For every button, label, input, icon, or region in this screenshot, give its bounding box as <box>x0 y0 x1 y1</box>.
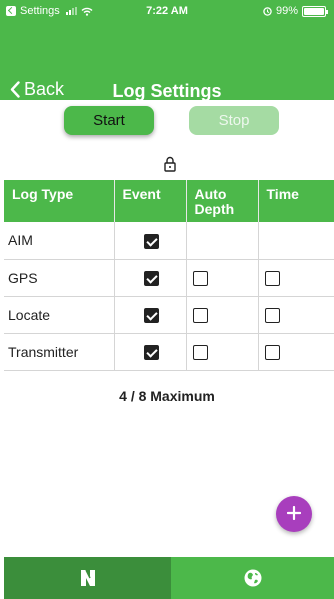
globe-icon <box>244 569 261 587</box>
auto-depth-checkbox[interactable] <box>192 270 208 286</box>
status-right: 99% <box>263 5 328 17</box>
log-type-cell: Transmitter <box>4 333 115 371</box>
time-checkbox[interactable] <box>264 307 280 323</box>
stop-button[interactable]: Stop <box>189 106 279 135</box>
log-type-cell: Locate <box>4 296 115 334</box>
header-event: Event <box>114 180 187 222</box>
alarm-icon <box>263 6 272 16</box>
table-row: GPS <box>4 259 334 297</box>
header-auto-depth-line2: Depth <box>194 201 235 217</box>
time-cell <box>258 259 334 297</box>
app-header: Settings 7:22 AM 99% Back Log Settings <box>0 0 334 101</box>
header-auto-depth-line1: Auto <box>194 186 227 202</box>
time-checkbox[interactable] <box>264 344 280 360</box>
time-checkbox[interactable] <box>264 270 280 286</box>
auto-depth-checkbox[interactable] <box>192 307 208 323</box>
auto-depth-checkbox[interactable] <box>192 344 208 360</box>
auto-depth-cell <box>186 222 259 260</box>
event-cell <box>114 296 187 334</box>
status-bar: Settings 7:22 AM 99% <box>0 0 334 22</box>
event-checkbox[interactable] <box>143 307 159 323</box>
log-type-cell: AIM <box>4 222 115 260</box>
add-log-button[interactable] <box>276 496 312 532</box>
plus-icon <box>286 505 302 520</box>
table-row: AIM <box>4 222 334 260</box>
event-cell <box>114 333 187 371</box>
time-cell <box>258 333 334 371</box>
time-cell <box>258 222 334 260</box>
auto-depth-cell <box>186 296 259 334</box>
header-auto-depth: Auto Depth <box>186 180 259 222</box>
event-cell <box>114 259 187 297</box>
event-cell <box>114 222 187 260</box>
header-log-type: Log Type <box>4 180 115 222</box>
page-title: Log Settings <box>112 81 222 101</box>
table-row: Transmitter <box>4 333 334 371</box>
header-time: Time <box>258 180 334 222</box>
auto-depth-cell <box>186 333 259 371</box>
log-settings-table: Log Type Event Auto Depth Time AIM GPS Loc… <box>4 180 334 371</box>
tab-logs[interactable] <box>4 557 171 599</box>
battery-percent: 99% <box>275 5 298 17</box>
event-checkbox[interactable] <box>143 270 159 286</box>
lock-icon[interactable] <box>164 156 176 172</box>
table-header-row: Log Type Event Auto Depth Time <box>4 180 334 222</box>
battery-fill <box>304 7 324 15</box>
table-row: Locate <box>4 296 334 334</box>
tab-map[interactable] <box>171 557 334 599</box>
log-table-body: AIM GPS Locate Transmitter <box>4 222 334 371</box>
battery-icon <box>302 5 328 17</box>
event-checkbox[interactable] <box>143 233 159 249</box>
maximum-count-label: 4 / 8 Maximum <box>119 388 215 404</box>
app-logo-icon <box>80 569 95 586</box>
auto-depth-cell <box>186 259 259 297</box>
bottom-tab-bar <box>4 557 334 599</box>
time-cell <box>258 296 334 334</box>
start-button[interactable]: Start <box>64 106 154 135</box>
event-checkbox[interactable] <box>143 344 159 360</box>
log-type-cell: GPS <box>4 259 115 297</box>
